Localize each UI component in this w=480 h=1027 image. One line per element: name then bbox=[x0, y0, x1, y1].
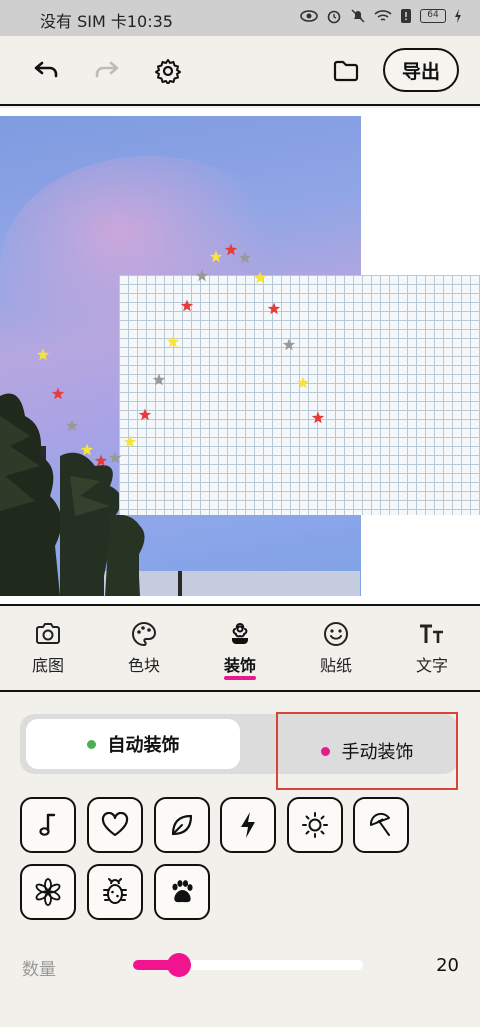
quantity-slider[interactable] bbox=[133, 953, 363, 977]
slider-thumb[interactable] bbox=[167, 953, 191, 977]
tab-label: 文字 bbox=[415, 656, 448, 675]
star-sticker[interactable] bbox=[238, 251, 252, 264]
umbrella-icon bbox=[369, 812, 390, 836]
lightning-icon bbox=[241, 812, 255, 838]
status-icons: 64 bbox=[300, 8, 462, 24]
sun-button[interactable] bbox=[287, 797, 343, 853]
star-sticker[interactable] bbox=[152, 373, 166, 386]
camera-icon bbox=[13, 620, 83, 648]
heart-button[interactable] bbox=[87, 797, 143, 853]
star-sticker[interactable] bbox=[94, 454, 108, 467]
snowflake-flower-icon bbox=[35, 878, 61, 906]
star-sticker[interactable] bbox=[65, 419, 79, 432]
text-size-icon bbox=[397, 620, 467, 648]
music-note-icon bbox=[39, 813, 56, 836]
bug-icon bbox=[103, 878, 127, 904]
undo-icon[interactable] bbox=[31, 56, 61, 86]
tab-label: 装饰 bbox=[223, 656, 256, 675]
flower-icon bbox=[205, 620, 275, 648]
music-note-button[interactable] bbox=[20, 797, 76, 853]
auto-status-dot bbox=[86, 739, 96, 749]
tab-sticker[interactable]: 贴纸 bbox=[301, 620, 371, 686]
export-button[interactable]: 导出 bbox=[383, 48, 459, 92]
star-sticker[interactable] bbox=[80, 443, 94, 456]
flower-star-button[interactable] bbox=[20, 864, 76, 920]
quantity-value: 20 bbox=[436, 955, 459, 976]
folder-icon[interactable] bbox=[331, 56, 361, 86]
tab-label: 底图 bbox=[31, 656, 64, 675]
lightning-button[interactable] bbox=[220, 797, 276, 853]
star-sticker[interactable] bbox=[51, 387, 65, 400]
settings-gear-icon[interactable] bbox=[153, 56, 183, 86]
umbrella-button[interactable] bbox=[353, 797, 409, 853]
active-tab-indicator bbox=[224, 676, 256, 680]
sun-icon bbox=[302, 812, 328, 838]
tab-text[interactable]: 文字 bbox=[397, 620, 467, 686]
star-sticker[interactable] bbox=[123, 435, 137, 448]
battery-indicator: 64 bbox=[420, 9, 446, 23]
heart-icon bbox=[101, 812, 129, 837]
smiley-icon bbox=[301, 620, 371, 648]
auto-decoration-button[interactable]: 自动装饰 bbox=[26, 719, 240, 769]
star-sticker[interactable] bbox=[209, 250, 223, 263]
star-sticker[interactable] bbox=[224, 243, 238, 256]
charging-icon bbox=[455, 9, 461, 23]
star-sticker[interactable] bbox=[296, 376, 310, 389]
manual-decoration-button[interactable]: 手动装饰 bbox=[276, 712, 458, 790]
auto-decoration-label: 自动装饰 bbox=[107, 735, 180, 756]
tab-base-image[interactable]: 底图 bbox=[13, 620, 83, 686]
leaf-button[interactable] bbox=[154, 797, 210, 853]
manual-decoration-label: 手动装饰 bbox=[341, 742, 414, 763]
star-sticker[interactable] bbox=[180, 299, 194, 312]
star-sticker[interactable] bbox=[253, 271, 267, 284]
carrier-time: 没有 SIM 卡10:35 bbox=[40, 12, 173, 31]
star-sticker[interactable] bbox=[138, 408, 152, 421]
manual-status-dot bbox=[320, 746, 330, 756]
star-sticker[interactable] bbox=[267, 302, 281, 315]
redo-icon[interactable] bbox=[92, 56, 122, 86]
star-sticker[interactable] bbox=[108, 451, 122, 464]
tab-color-block[interactable]: 色块 bbox=[109, 620, 179, 686]
status-bar: 没有 SIM 卡10:35 64 bbox=[0, 0, 480, 36]
star-sticker[interactable] bbox=[311, 411, 325, 424]
quantity-label: 数量 bbox=[22, 960, 56, 980]
sim-alert-icon bbox=[401, 9, 411, 23]
star-sticker[interactable] bbox=[282, 338, 296, 351]
palette-icon bbox=[109, 620, 179, 648]
paw-button[interactable] bbox=[154, 864, 210, 920]
paw-icon bbox=[172, 880, 193, 903]
eye-icon bbox=[300, 10, 318, 22]
star-decorations[interactable] bbox=[0, 108, 480, 606]
star-sticker[interactable] bbox=[166, 335, 180, 348]
decoration-mode-switch: 自动装饰 手动装饰 bbox=[20, 712, 458, 790]
top-toolbar: 导出 bbox=[0, 36, 480, 106]
alarm-icon bbox=[327, 10, 341, 24]
tab-label: 贴纸 bbox=[319, 656, 352, 675]
wifi-icon bbox=[374, 10, 392, 21]
editing-canvas[interactable] bbox=[0, 108, 480, 606]
tab-label: 色块 bbox=[127, 656, 160, 675]
leaf-icon bbox=[171, 814, 193, 836]
star-sticker[interactable] bbox=[195, 269, 209, 282]
star-sticker[interactable] bbox=[36, 348, 50, 361]
bug-button[interactable] bbox=[87, 864, 143, 920]
mute-icon bbox=[351, 9, 365, 23]
